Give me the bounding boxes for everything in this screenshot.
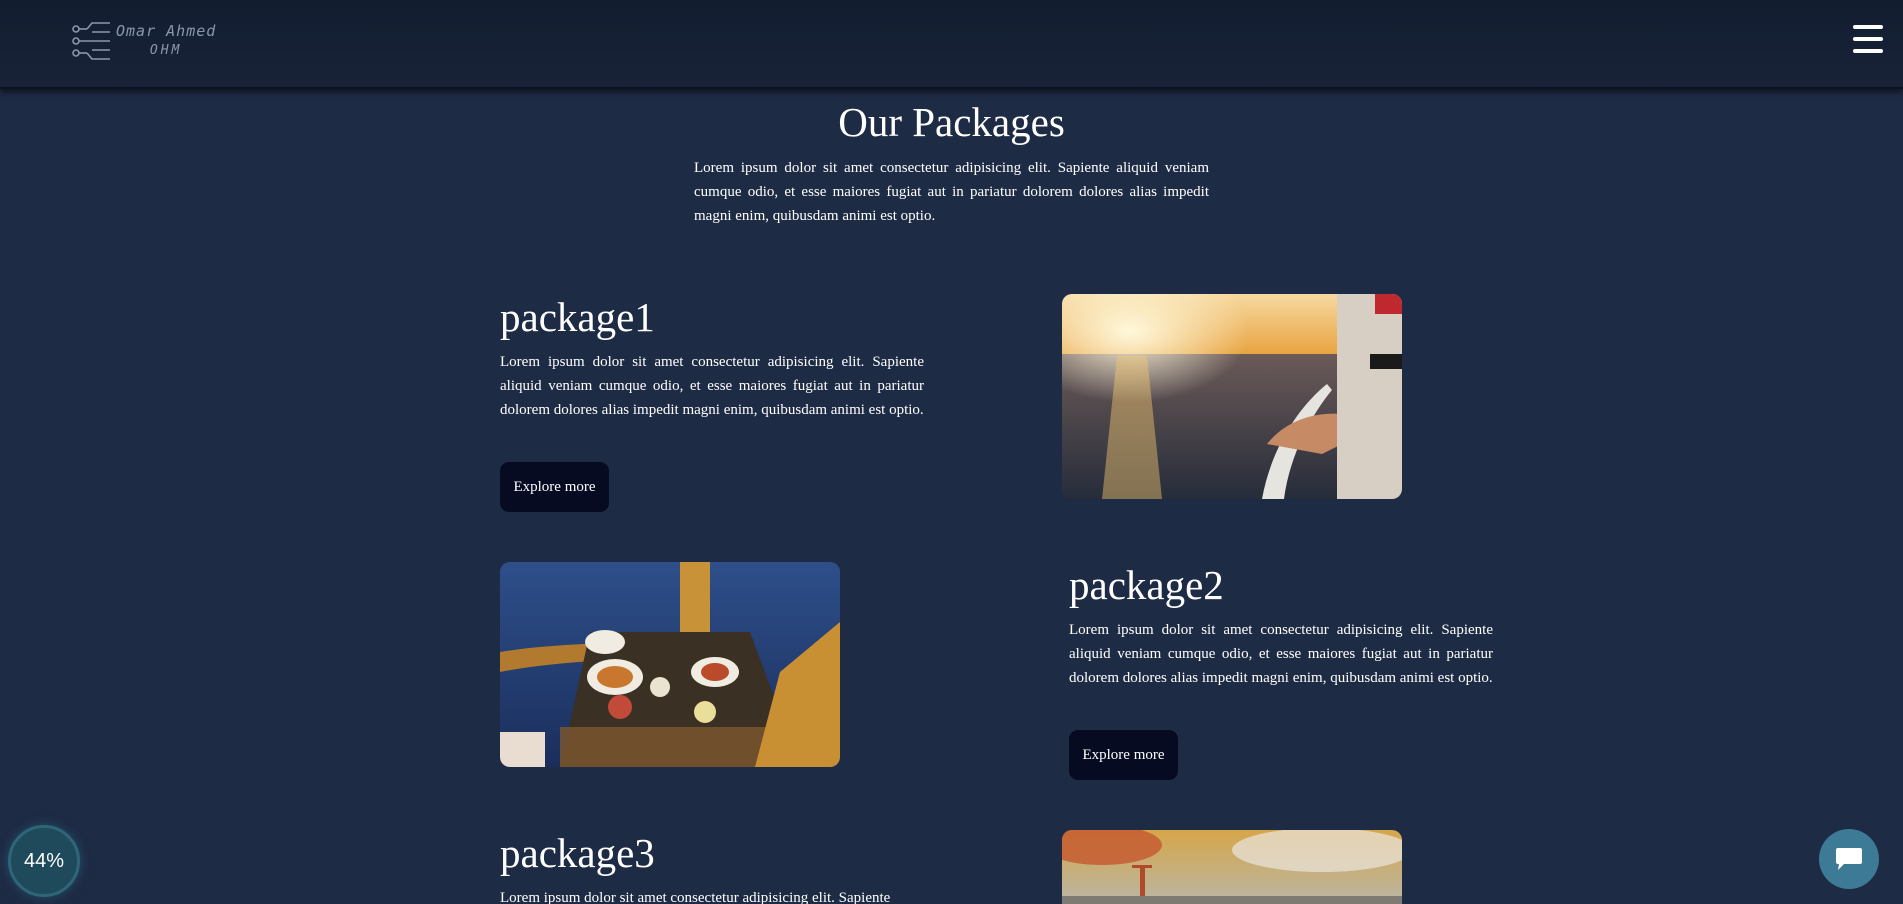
package-image-ship-deck xyxy=(1062,830,1402,904)
explore-more-button[interactable]: Explore more xyxy=(500,462,609,512)
logo-initials: OHM xyxy=(149,43,183,58)
section-description: Lorem ipsum dolor sit amet consectetur a… xyxy=(694,160,1209,224)
package-title: package3 xyxy=(500,830,655,876)
section-title: Our Packages xyxy=(838,99,1065,145)
package-image-breakfast-deck xyxy=(500,562,840,767)
package-title: package1 xyxy=(500,294,655,340)
progress-widget: 44% xyxy=(8,825,80,897)
chat-button[interactable] xyxy=(1819,829,1879,889)
logo[interactable]: Omar Ahmed OHM xyxy=(70,16,230,66)
package-description: Lorem ipsum dolor sit amet consectetur a… xyxy=(500,354,924,418)
package-title: package2 xyxy=(1069,562,1224,608)
hamburger-menu-icon[interactable] xyxy=(1853,25,1883,53)
package-image-sunset-sea xyxy=(1062,294,1402,499)
package-description: Lorem ipsum dolor sit amet consectetur a… xyxy=(1069,622,1493,686)
logo-text: Omar Ahmed OHM xyxy=(116,21,216,61)
circuit-logo-icon xyxy=(72,22,110,60)
package-description: Lorem ipsum dolor sit amet consectetur a… xyxy=(500,890,891,904)
navbar: Omar Ahmed OHM xyxy=(0,0,1903,89)
logo-name: Omar Ahmed xyxy=(116,22,217,40)
progress-label: 44% xyxy=(23,849,65,872)
explore-more-button[interactable]: Explore more xyxy=(1069,730,1178,780)
chat-bubble-icon xyxy=(1836,848,1862,870)
